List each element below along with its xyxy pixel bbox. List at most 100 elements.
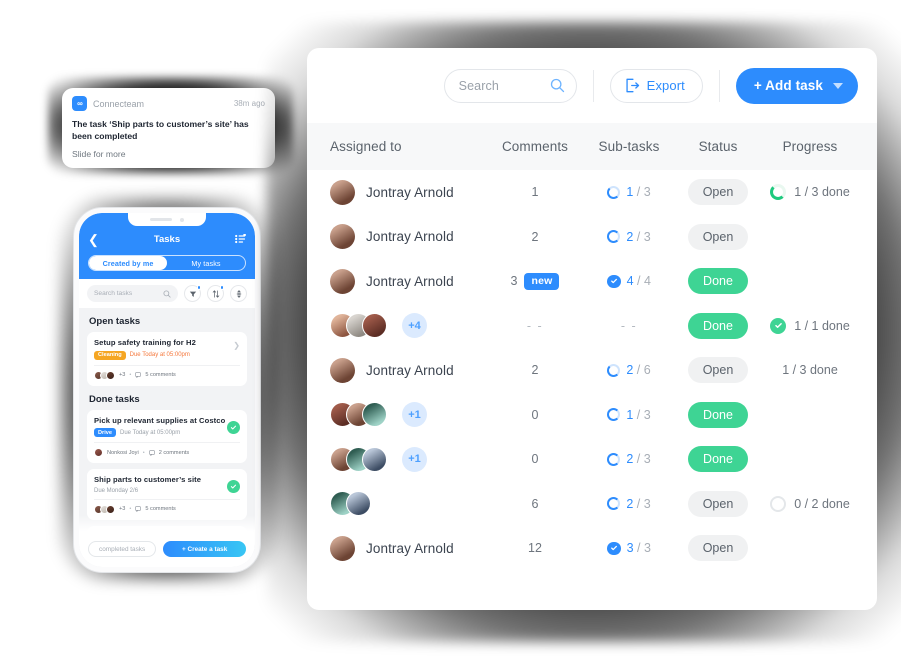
list-menu-icon[interactable]	[226, 234, 246, 244]
table-row[interactable]: Jontray Arnold 1 1 / 3 Open 1 / 3 done	[307, 170, 877, 215]
notification-card[interactable]: ∞ Connecteam 38m ago The task ‘Ship part…	[62, 88, 275, 168]
status-badge[interactable]: Open	[688, 490, 748, 517]
comment-count: 2	[531, 229, 539, 244]
cell-sub-tasks: 1 / 3	[583, 185, 675, 199]
chevron-down-icon[interactable]	[833, 82, 843, 89]
phone-search-placeholder: Search tasks	[94, 290, 133, 297]
avatar-group[interactable]	[330, 313, 387, 339]
table-toolbar: Search Export + Add task	[307, 48, 877, 123]
subtask-progress-icon	[607, 408, 621, 422]
avatar[interactable]	[330, 224, 355, 250]
comment-icon	[135, 372, 142, 378]
avatar[interactable]	[362, 402, 387, 428]
status-badge[interactable]: Open	[688, 179, 748, 206]
avatar[interactable]	[330, 268, 355, 294]
avatar[interactable]	[362, 446, 387, 472]
cell-sub-tasks: 2 / 3	[583, 452, 675, 466]
avatar[interactable]	[362, 313, 387, 339]
toolbar-divider-1	[592, 69, 594, 102]
tab-created-by-me[interactable]: Created by me	[89, 256, 167, 270]
avatar-overflow-count[interactable]: +1	[402, 402, 427, 428]
cell-comments: 1	[487, 185, 583, 199]
assignee-name: Jontray Arnold	[366, 540, 454, 556]
progress-label: 1 / 3 done	[794, 185, 850, 200]
add-task-button[interactable]: + Add task	[735, 67, 858, 104]
task-due: Due Today at 05:00pm	[129, 352, 190, 358]
sort-icon[interactable]	[207, 285, 224, 302]
progress-ring-empty-icon	[770, 495, 787, 512]
table-row[interactable]: Jontray Arnold 2 2 / 6 Open 1 / 3 done	[307, 348, 877, 393]
cell-assigned-to: Jontray Arnold	[307, 224, 487, 250]
task-comment-count: 2 comments	[158, 449, 190, 456]
table-row[interactable]: 6 2 / 3 Open 0 / 2 done	[307, 482, 877, 527]
phone-tabs[interactable]: Created by me My tasks	[88, 255, 246, 271]
cell-sub-tasks: - -	[583, 319, 675, 333]
assignee-name: Jontray Arnold	[366, 273, 454, 289]
search-input[interactable]: Search	[443, 68, 577, 103]
cell-sub-tasks: 2 / 3	[583, 497, 675, 511]
separator-dot: •	[142, 449, 145, 456]
assignee-name: Jontray Arnold	[366, 229, 454, 245]
avatar[interactable]	[330, 179, 355, 205]
task-title: Setup safety training for H2	[94, 338, 196, 347]
task-card[interactable]: Ship parts to customer’s site Due Monday…	[87, 469, 247, 520]
phone-header: ❮ Tasks Created by me My tasks	[79, 227, 255, 279]
tab-my-tasks[interactable]: My tasks	[167, 256, 245, 270]
cell-progress: 1 / 3 done	[761, 363, 877, 377]
chevron-left-icon[interactable]: ❮	[88, 233, 108, 246]
cell-status: Done	[675, 268, 761, 295]
comment-count: 2	[531, 363, 539, 378]
table-row[interactable]: Jontray Arnold 2 2 / 3 Open	[307, 215, 877, 260]
status-badge[interactable]: Done	[688, 312, 748, 339]
cell-assigned-to: Jontray Arnold	[307, 268, 487, 294]
export-button[interactable]: Export	[609, 68, 703, 103]
avatar[interactable]	[330, 357, 355, 383]
status-badge[interactable]: Done	[688, 268, 748, 295]
cell-progress: 1 / 3 done	[761, 184, 877, 201]
avatar-overflow-count[interactable]: +1	[402, 446, 427, 472]
cell-comments: 6	[487, 497, 583, 511]
table-row[interactable]: +1 0 2 / 3 Done	[307, 437, 877, 482]
comment-count: 12	[528, 541, 542, 556]
cell-assigned-to	[307, 491, 487, 517]
cell-assigned-to: Jontray Arnold	[307, 357, 487, 383]
task-due: Due Monday 2/6	[94, 487, 139, 494]
comment-count: 6	[531, 496, 539, 511]
task-card[interactable]: ❯ Setup safety training for H2 Cleaning …	[87, 332, 247, 386]
comment-count: 0	[531, 452, 539, 467]
search-placeholder: Search	[458, 78, 499, 93]
avatar-group[interactable]	[330, 446, 387, 472]
create-task-button[interactable]: + Create a task	[163, 541, 246, 557]
table-row[interactable]: +4 - - - - Done 1 / 1 done	[307, 304, 877, 349]
table-row[interactable]: Jontray Arnold 12 3 / 3 Open	[307, 526, 877, 571]
avatar[interactable]	[330, 535, 355, 561]
phone-search-input[interactable]: Search tasks	[87, 285, 178, 302]
avatar[interactable]	[346, 491, 371, 517]
notification-slide-for-more[interactable]: Slide for more	[72, 149, 265, 159]
avatar-overflow-count[interactable]: +4	[402, 313, 427, 339]
group-icon[interactable]	[230, 285, 247, 302]
table-row[interactable]: Jontray Arnold 3 new 4 / 4 Done	[307, 259, 877, 304]
subtask-ratio: 2 / 3	[626, 229, 651, 244]
filter-icon[interactable]	[184, 285, 201, 302]
status-badge[interactable]: Open	[688, 357, 748, 384]
cell-comments: 0	[487, 452, 583, 466]
task-avatar-group	[94, 504, 115, 514]
avatar-group[interactable]	[330, 491, 371, 517]
section-title-open: Open tasks	[89, 316, 141, 327]
phone-bottom-bar: completed tasks + Create a task	[79, 531, 255, 567]
avatar-group[interactable]	[330, 402, 387, 428]
completed-tasks-button[interactable]: completed tasks	[88, 541, 157, 557]
task-card[interactable]: Pick up relevant supplies at Costco Driv…	[87, 409, 247, 463]
table-row[interactable]: +1 0 1 / 3 Done	[307, 393, 877, 438]
cell-assigned-to: +1	[307, 402, 487, 428]
cell-sub-tasks: 3 / 3	[583, 541, 675, 555]
status-badge[interactable]: Open	[688, 535, 748, 562]
cell-comments: 3 new	[487, 272, 583, 290]
status-badge[interactable]: Open	[688, 223, 748, 250]
table-header-row: Assigned to Comments Sub-tasks Status Pr…	[307, 123, 877, 170]
status-badge[interactable]: Done	[688, 446, 748, 473]
status-badge[interactable]: Done	[688, 401, 748, 428]
task-avatar-group	[94, 370, 115, 380]
subtask-empty: - -	[620, 318, 638, 333]
